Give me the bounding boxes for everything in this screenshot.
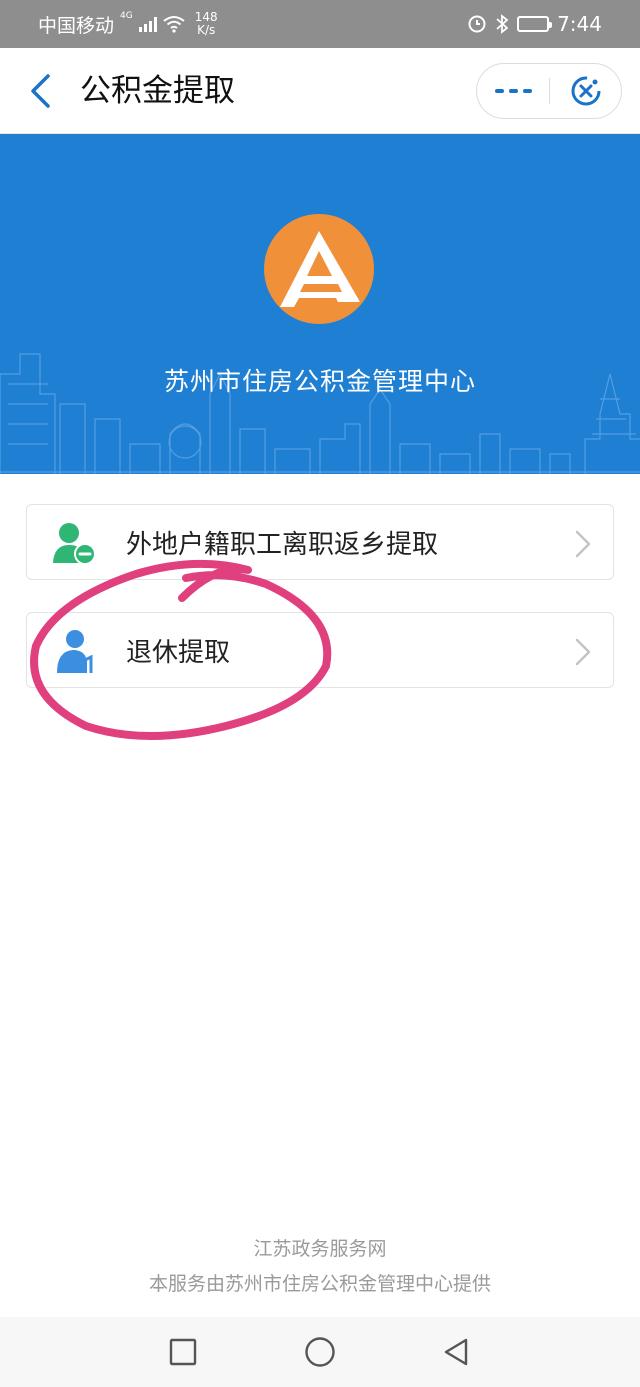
more-icon: [494, 89, 504, 93]
status-time: 7:44: [557, 12, 602, 36]
user-minus-icon: [53, 523, 96, 565]
carrier-name: 中国移动: [38, 14, 115, 37]
close-miniapp-icon: [571, 76, 601, 106]
status-left: 中国移动 4G 148 K/s: [38, 0, 218, 48]
signal-icon: [138, 16, 157, 32]
recent-apps-icon: [169, 1338, 197, 1366]
footer-source: 江苏政务服务网: [253, 1238, 387, 1260]
org-name: 苏州市住房公积金管理中心: [163, 367, 476, 396]
speed-unit: K/s: [197, 23, 216, 37]
list-item-label: 退休提取: [126, 637, 231, 668]
org-banner: 苏州市住房公积金管理中心: [0, 134, 640, 474]
network-speed: 148 K/s: [195, 11, 218, 37]
list-item-retirement-withdrawal[interactable]: 退休提取: [26, 612, 614, 688]
wifi-icon: [163, 16, 185, 33]
status-right: 7:44: [467, 0, 602, 48]
list-item-label: 外地户籍职工离职返乡提取: [126, 529, 439, 560]
city-skyline-illustration: [0, 353, 640, 474]
back-icon: [444, 1338, 468, 1366]
back-button[interactable]: [22, 70, 58, 112]
footer-provider: 本服务由苏州市住房公积金管理中心提供: [148, 1273, 491, 1295]
page-title: 公积金提取: [80, 73, 235, 109]
list-item-nonlocal-resignation-withdrawal[interactable]: 外地户籍职工离职返乡提取: [26, 504, 614, 580]
system-back-button[interactable]: [436, 1332, 476, 1372]
home-icon: [305, 1337, 335, 1367]
battery-icon: [517, 16, 553, 32]
chevron-right-icon: [575, 638, 591, 666]
close-miniapp-button[interactable]: [550, 64, 622, 118]
status-bar: 中国移动 4G 148 K/s 7:44: [0, 0, 640, 48]
system-navigation-bar: [0, 1317, 640, 1387]
more-button[interactable]: [477, 64, 549, 118]
home-button[interactable]: [300, 1332, 340, 1372]
recent-apps-button[interactable]: [163, 1332, 203, 1372]
org-logo-icon: [264, 214, 374, 324]
bluetooth-icon: [496, 14, 509, 34]
network-type: 4G: [120, 11, 133, 21]
elderly-person-icon: [57, 630, 93, 673]
nav-bar: 公积金提取: [0, 48, 640, 134]
alarm-icon: [468, 15, 486, 33]
miniapp-capsule: [476, 63, 622, 119]
chevron-left-icon: [31, 74, 50, 108]
chevron-right-icon: [575, 530, 591, 558]
